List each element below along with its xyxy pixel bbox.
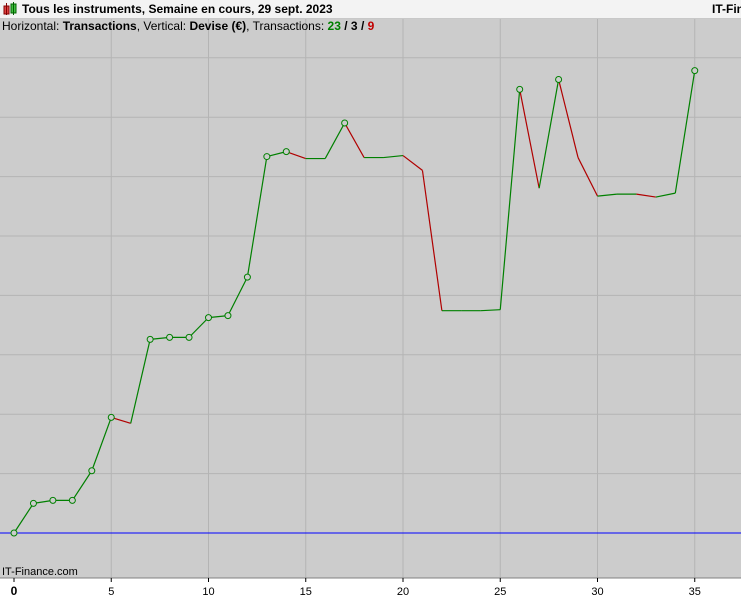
- vertical-label: Vertical:: [143, 19, 187, 33]
- candlestick-icon: [3, 2, 17, 15]
- trade-marker: [88, 467, 96, 475]
- x-tick-label: 0: [11, 584, 18, 598]
- transactions-label: Transactions:: [252, 19, 325, 33]
- trade-marker: [263, 153, 271, 161]
- horizontal-value: Transactions: [62, 19, 137, 33]
- trade-marker: [185, 333, 193, 341]
- x-tick-label: 5: [108, 586, 114, 598]
- x-tick-label: 20: [397, 586, 409, 598]
- trade-marker: [107, 413, 115, 421]
- neutral-count: 3: [350, 19, 358, 33]
- trade-marker: [516, 85, 524, 93]
- trade-marker: [243, 273, 251, 281]
- trade-marker: [146, 335, 154, 343]
- horizontal-label: Horizontal:: [2, 19, 60, 33]
- trade-marker: [224, 312, 232, 320]
- trade-marker: [166, 333, 174, 341]
- trade-marker: [29, 499, 37, 507]
- equity-chart: 0 5 10 15 20 25 30 35: [0, 19, 741, 600]
- trade-marker: [205, 314, 212, 322]
- trade-marker: [282, 148, 290, 156]
- title-bar: Tous les instruments, Semaine en cours, …: [0, 0, 741, 19]
- chart-title: Tous les instruments, Semaine en cours, …: [22, 2, 333, 16]
- trade-marker: [68, 496, 76, 504]
- x-tick-label: 25: [494, 586, 506, 598]
- vertical-value: Devise (€): [189, 19, 247, 33]
- trade-marker: [10, 529, 18, 537]
- x-tick-label: 10: [202, 586, 214, 598]
- x-tick-label: 35: [689, 586, 701, 598]
- x-tick-label: 30: [591, 586, 603, 598]
- separator: /: [360, 19, 365, 33]
- x-tick-label: 15: [300, 586, 312, 598]
- losing-count: 9: [367, 19, 375, 33]
- brand-label: IT-Fin: [712, 2, 741, 16]
- separator: /: [344, 19, 348, 33]
- trade-marker: [49, 496, 57, 504]
- trade-marker: [691, 67, 699, 75]
- footer-brand: IT-Finance.com: [2, 566, 78, 578]
- axis-legend: Horizontal: Transactions, Vertical: Devi…: [2, 19, 375, 33]
- trade-marker: [555, 76, 563, 84]
- winning-count: 23: [327, 19, 341, 33]
- trade-marker: [341, 119, 349, 127]
